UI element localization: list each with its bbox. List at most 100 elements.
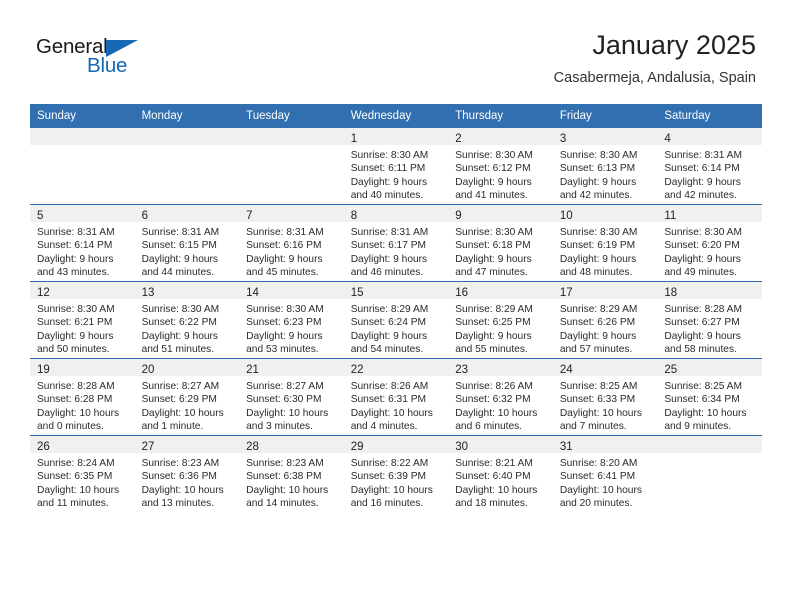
sunset-text: Sunset: 6:26 PM — [559, 317, 636, 329]
sunrise-text: Sunrise: 8:31 AM — [141, 227, 220, 238]
page-title: January 2025 — [592, 30, 756, 60]
day-number: 28 — [246, 441, 259, 453]
day-cell[interactable]: 13 Sunrise: 8:30 AM Sunset: 6:22 PM Dayligh… — [134, 281, 240, 359]
day-cell[interactable]: 23 Sunrise: 8:26 AM Sunset: 6:32 PM Dayligh… — [448, 358, 553, 436]
day-cell[interactable]: 7 Sunrise: 8:31 AM Sunset: 6:16 PM Daylight… — [239, 204, 344, 282]
day-cell[interactable]: 1 Sunrise: 8:30 AM Sunset: 6:11 PM Daylight… — [343, 128, 449, 205]
day-cell[interactable]: 6 Sunrise: 8:31 AM Sunset: 6:15 PM Daylight… — [134, 204, 240, 282]
day-cell-details — [135, 145, 240, 149]
day-cell[interactable]: 2 Sunrise: 8:30 AM Sunset: 6:12 PM Daylight… — [448, 128, 553, 205]
day-cell[interactable]: 18 Sunrise: 8:28 AM Sunset: 6:27 PM Dayligh… — [657, 281, 762, 359]
daylight-text-cont: and 51 minutes. — [141, 344, 215, 356]
day-cell[interactable]: 17 Sunrise: 8:29 AM Sunset: 6:26 PM Dayligh… — [552, 281, 658, 359]
day-number: 3 — [559, 133, 567, 145]
sunset-text: Sunset: 6:13 PM — [559, 163, 636, 175]
day-cell[interactable]: 31 Sunrise: 8:20 AM Sunset: 6:41 PM Dayligh… — [552, 435, 658, 512]
sunrise-text: Sunrise: 8:30 AM — [559, 150, 638, 161]
day-number-band: 3 — [552, 128, 658, 145]
day-cell-details — [30, 145, 135, 149]
daylight-text-cont: and 54 minutes. — [350, 344, 424, 356]
day-cell[interactable]: 28 Sunrise: 8:23 AM Sunset: 6:38 PM Dayligh… — [239, 435, 344, 512]
sunset-text: Sunset: 6:14 PM — [37, 240, 113, 252]
daylight-text-cont: and 48 minutes. — [559, 267, 633, 279]
day-cell[interactable]: 14 Sunrise: 8:30 AM Sunset: 6:23 PM Dayligh… — [239, 281, 344, 359]
day-cell-details: Sunrise: 8:30 AM Sunset: 6:18 PM Daylight:… — [448, 222, 553, 280]
daylight-text: Daylight: 9 hours — [559, 253, 637, 265]
sunrise-text: Sunrise: 8:29 AM — [350, 304, 429, 315]
day-number: 10 — [559, 210, 573, 222]
day-cell[interactable]: 15 Sunrise: 8:29 AM Sunset: 6:24 PM Dayligh… — [343, 281, 449, 359]
day-cell[interactable]: 26 Sunrise: 8:24 AM Sunset: 6:35 PM Dayligh… — [30, 435, 135, 512]
day-number-band: 24 — [552, 359, 658, 376]
sunset-text: Sunset: 6:41 PM — [559, 471, 636, 483]
day-number-band: 30 — [448, 436, 553, 453]
sunset-text: Sunset: 6:34 PM — [664, 394, 740, 406]
day-cell[interactable]: 9 Sunrise: 8:30 AM Sunset: 6:18 PM Daylight… — [448, 204, 553, 282]
sunset-text: Sunset: 6:19 PM — [559, 240, 636, 252]
daylight-text: Daylight: 9 hours — [350, 330, 428, 342]
day-cell[interactable]: 27 Sunrise: 8:23 AM Sunset: 6:36 PM Dayligh… — [134, 435, 240, 512]
daylight-text-cont: and 6 minutes. — [455, 421, 523, 433]
day-number-band: 25 — [657, 359, 762, 376]
daylight-text-cont: and 40 minutes. — [350, 190, 424, 202]
day-cell[interactable]: 11 Sunrise: 8:30 AM Sunset: 6:20 PM Dayligh… — [657, 204, 762, 282]
day-cell[interactable]: 12 Sunrise: 8:30 AM Sunset: 6:21 PM Dayligh… — [30, 281, 135, 359]
day-number-band: 22 — [343, 359, 449, 376]
day-cell[interactable]: 20 Sunrise: 8:27 AM Sunset: 6:29 PM Dayligh… — [134, 358, 240, 436]
sunset-text: Sunset: 6:32 PM — [455, 394, 531, 406]
daylight-text: Daylight: 9 hours — [664, 253, 741, 265]
sunrise-text: Sunrise: 8:27 AM — [141, 381, 220, 392]
calendar-grid: Sunday Monday Tuesday Wednesday Thursday Frid… — [30, 104, 762, 512]
day-cell-details: Sunrise: 8:23 AM Sunset: 6:36 PM Daylight:… — [135, 453, 240, 511]
daylight-text: Daylight: 10 hours — [246, 484, 329, 496]
sunrise-text: Sunrise: 8:23 AM — [141, 458, 220, 469]
daylight-text: Daylight: 9 hours — [350, 253, 428, 265]
sunrise-text: Sunrise: 8:30 AM — [246, 304, 324, 315]
day-number-band: 28 — [239, 436, 344, 453]
day-cell[interactable]: 5 Sunrise: 8:31 AM Sunset: 6:14 PM Daylight… — [30, 204, 135, 282]
week-row: 5 Sunrise: 8:31 AM Sunset: 6:14 PM Daylight… — [30, 204, 762, 282]
daylight-text-cont: and 47 minutes. — [455, 267, 528, 279]
daylight-text-cont: and 0 minutes. — [37, 421, 104, 433]
day-cell[interactable]: 21 Sunrise: 8:27 AM Sunset: 6:30 PM Dayligh… — [239, 358, 344, 436]
day-cell[interactable]: 19 Sunrise: 8:28 AM Sunset: 6:28 PM Dayligh… — [30, 358, 135, 436]
sunrise-text: Sunrise: 8:25 AM — [664, 381, 742, 392]
day-number-band: 21 — [239, 359, 344, 376]
sunrise-text: Sunrise: 8:28 AM — [664, 304, 742, 315]
day-cell-details — [239, 145, 344, 149]
day-cell[interactable]: 22 Sunrise: 8:26 AM Sunset: 6:31 PM Dayligh… — [343, 358, 449, 436]
day-cell[interactable]: 25 Sunrise: 8:25 AM Sunset: 6:34 PM Dayligh… — [657, 358, 762, 436]
week-row: 12 Sunrise: 8:30 AM Sunset: 6:21 PM Dayligh… — [30, 281, 762, 359]
sunrise-text: Sunrise: 8:28 AM — [37, 381, 115, 392]
day-number-band: 5 — [30, 205, 135, 222]
weekday-header-saturday: Saturday — [657, 104, 762, 128]
day-cell[interactable]: 4 Sunrise: 8:31 AM Sunset: 6:14 PM Daylight… — [657, 128, 762, 205]
sunset-text: Sunset: 6:15 PM — [141, 240, 217, 252]
daylight-text: Daylight: 9 hours — [37, 330, 114, 342]
day-number: 5 — [37, 210, 44, 222]
day-cell-details: Sunrise: 8:31 AM Sunset: 6:14 PM Daylight:… — [30, 222, 135, 280]
day-number: 25 — [664, 364, 678, 376]
day-number-band: 2 — [448, 128, 553, 145]
day-number-band: 16 — [448, 282, 553, 299]
sunset-text: Sunset: 6:36 PM — [141, 471, 217, 483]
day-cell[interactable]: 16 Sunrise: 8:29 AM Sunset: 6:25 PM Dayligh… — [448, 281, 553, 359]
daylight-text: Daylight: 10 hours — [37, 407, 120, 419]
day-cell[interactable]: 29 Sunrise: 8:22 AM Sunset: 6:39 PM Dayligh… — [343, 435, 449, 512]
day-number: 12 — [37, 287, 50, 299]
day-cell-details: Sunrise: 8:30 AM Sunset: 6:20 PM Daylight:… — [657, 222, 762, 280]
day-cell-empty — [239, 128, 344, 205]
day-number: 11 — [664, 210, 677, 222]
sunset-text: Sunset: 6:11 PM — [350, 163, 426, 175]
daylight-text: Daylight: 10 hours — [141, 484, 224, 496]
day-cell[interactable]: 8 Sunrise: 8:31 AM Sunset: 6:17 PM Daylight… — [343, 204, 449, 282]
daylight-text-cont: and 7 minutes. — [559, 421, 627, 433]
day-cell[interactable]: 3 Sunrise: 8:30 AM Sunset: 6:13 PM Daylight… — [552, 128, 658, 205]
day-cell[interactable]: 10 Sunrise: 8:30 AM Sunset: 6:19 PM Dayligh… — [552, 204, 658, 282]
daylight-text-cont: and 3 minutes. — [246, 421, 313, 433]
daylight-text-cont: and 49 minutes. — [664, 267, 737, 279]
daylight-text-cont: and 45 minutes. — [246, 267, 319, 279]
day-cell[interactable]: 30 Sunrise: 8:21 AM Sunset: 6:40 PM Dayligh… — [448, 435, 553, 512]
daylight-text: Daylight: 10 hours — [455, 407, 538, 419]
day-cell[interactable]: 24 Sunrise: 8:25 AM Sunset: 6:33 PM Dayligh… — [552, 358, 658, 436]
